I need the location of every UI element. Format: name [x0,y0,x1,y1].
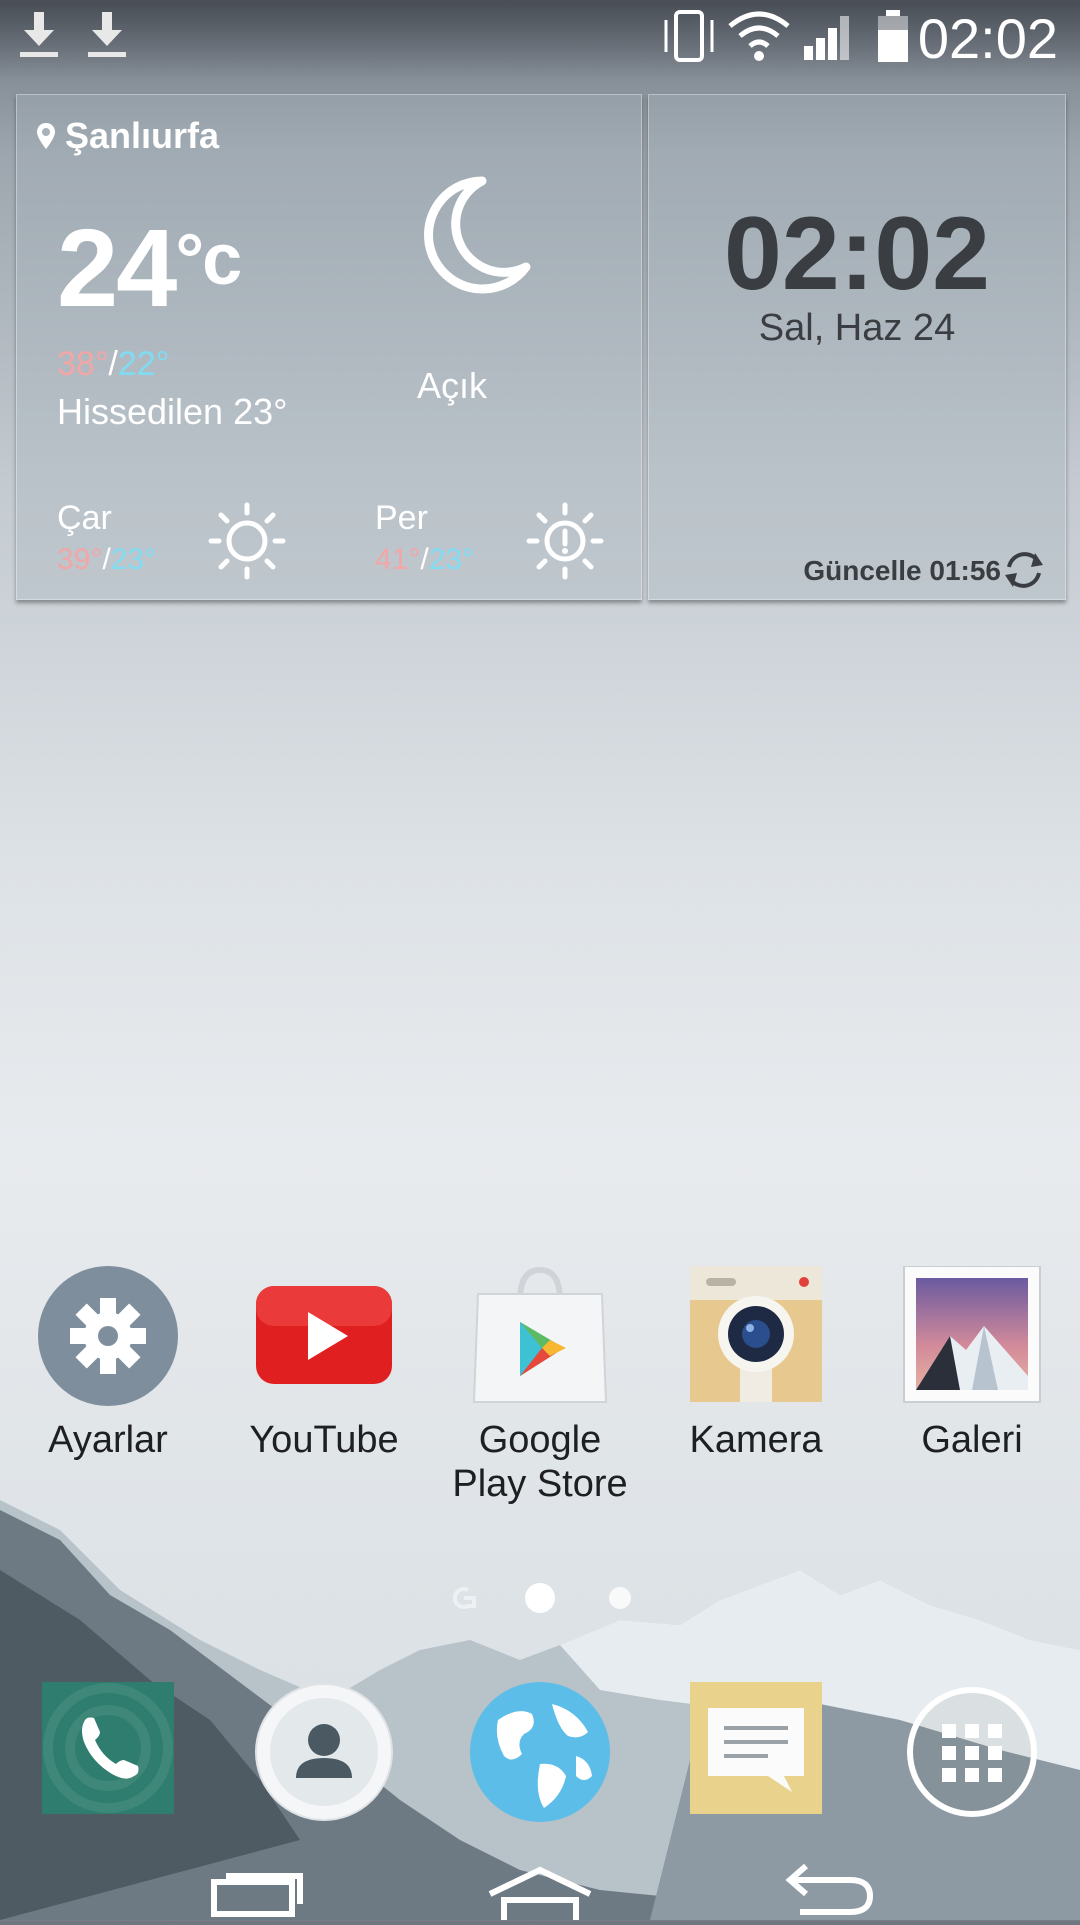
today-high-low: 38°/22° [57,345,170,383]
feels-like: Hissedilen 23° [57,391,288,432]
gallery-icon [902,1265,1042,1406]
condition: Açık [417,365,488,406]
clock-widget[interactable]: 02:02 Sal, Haz 24 Güncelle 01:56 [648,94,1066,600]
app-drawer-icon[interactable] [900,1680,1044,1824]
status-bar: 02:02 [0,0,1080,80]
update-label: Güncelle 01:56 [803,555,1001,586]
location-name: Şanlıurfa [65,115,220,156]
sun-icon [208,502,286,580]
forecast-temps-2: 41°/23° [375,543,475,576]
weather-widget[interactable]: Şanlıurfa 24°c 38°/22° Hissedilen 23° Aç… [16,94,642,600]
browser-icon[interactable] [468,1680,612,1824]
app-galeri[interactable]: Galeri [872,1265,1072,1462]
page-indicator[interactable] [0,1578,1080,1618]
app-label: Kamera [689,1419,823,1461]
download-icon [88,12,126,57]
wifi-icon [728,11,790,61]
location: Şanlıurfa [35,115,219,157]
forecast-temps-1: 39°/23° [57,543,157,576]
refresh-icon[interactable] [1001,547,1047,593]
back-icon[interactable] [785,1863,874,1915]
navigation-bar [0,1860,1080,1920]
location-pin-icon [37,123,55,149]
settings-icon [38,1266,178,1406]
vibrate-icon [664,10,714,62]
forecast-day-2: Per [375,499,428,537]
app-google-play-store[interactable]: Google Play Store [440,1266,640,1506]
forecast-day-1: Çar [57,499,112,537]
page-dot[interactable] [609,1587,631,1609]
contacts-icon[interactable] [252,1680,396,1824]
home-icon[interactable] [488,1866,592,1920]
youtube-icon [254,1266,394,1406]
clock-time: 02:02 [724,196,990,312]
current-page-dot[interactable] [525,1583,555,1613]
clock-date: Sal, Haz 24 [758,307,956,349]
app-label: Ayarlar [48,1419,168,1461]
camera-icon [686,1266,826,1406]
moon-icon [424,176,531,294]
recents-icon[interactable] [211,1873,303,1917]
play-store-icon [470,1266,610,1406]
app-label: Google Play Store [452,1419,628,1505]
app-kamera[interactable]: Kamera [656,1266,856,1462]
status-time: 02:02 [917,7,1058,70]
app-ayarlar[interactable]: Ayarlar [8,1266,208,1462]
sun-alert-icon [526,502,604,580]
download-icon [20,12,58,57]
messages-icon[interactable] [688,1680,832,1824]
app-label: Galeri [921,1419,1023,1461]
app-youtube[interactable]: YouTube [224,1266,424,1462]
battery-icon [878,10,908,62]
app-label: YouTube [249,1419,399,1461]
current-temperature: 24°c [57,207,242,330]
google-page-dot[interactable] [452,1587,476,1609]
phone-icon[interactable] [40,1680,184,1824]
signal-icon [804,16,849,60]
